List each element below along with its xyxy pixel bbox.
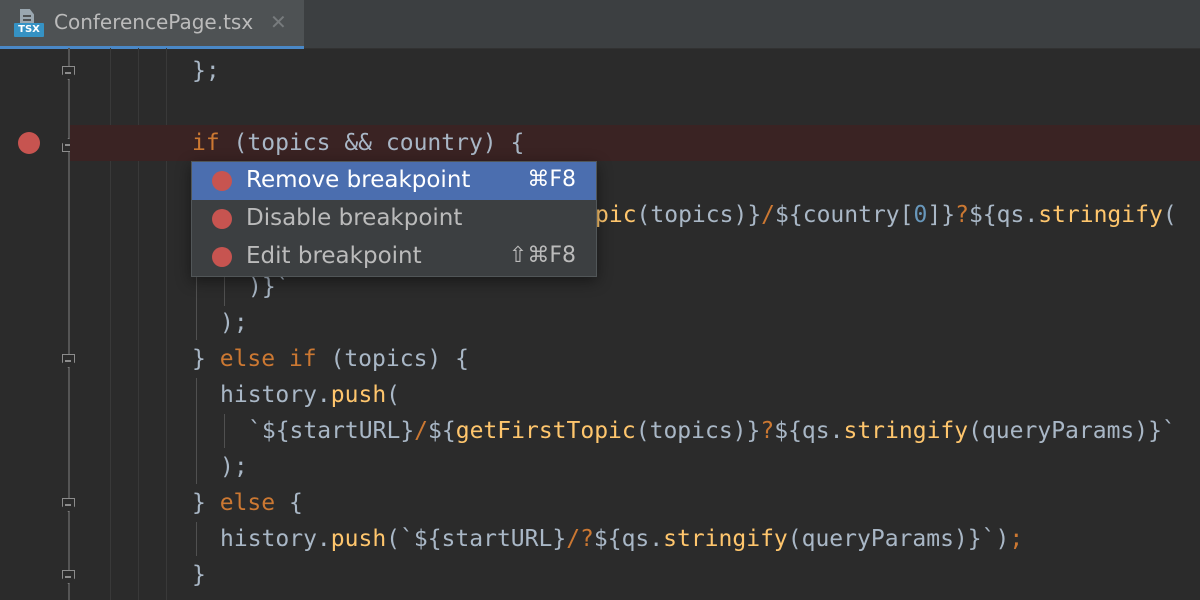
code-token: ; xyxy=(1009,526,1024,552)
code-token: ${qs. xyxy=(968,202,1039,228)
code-token: `${startURL} xyxy=(248,418,415,444)
code-token: pic xyxy=(595,202,637,228)
breakpoint-icon xyxy=(212,247,232,267)
code-token: (topics && country) { xyxy=(219,130,525,156)
breakpoint-icon[interactable] xyxy=(18,132,40,154)
code-token: (topics)} xyxy=(635,418,761,444)
code-line[interactable]: }; xyxy=(192,53,220,89)
code-token: if xyxy=(192,130,220,156)
code-line[interactable]: history.push( xyxy=(220,377,400,413)
breakpoint-icon xyxy=(212,171,232,191)
code-token: stringify xyxy=(1038,202,1163,228)
code-token: ( xyxy=(1162,202,1177,228)
code-line[interactable]: ); xyxy=(220,449,248,485)
menu-item-label: Disable breakpoint xyxy=(246,205,463,231)
code-token: (queryParams)}` xyxy=(968,418,1176,444)
code-token: (topics)} xyxy=(636,202,762,228)
code-token: stringify xyxy=(843,418,969,444)
indent-guide xyxy=(196,378,197,484)
fold-end-icon[interactable] xyxy=(62,354,75,368)
code-line[interactable]: } else { xyxy=(192,485,303,521)
code-token: push xyxy=(330,382,387,408)
code-token: } xyxy=(192,562,206,588)
code-token: stringify xyxy=(663,526,788,552)
tsx-badge: TSX xyxy=(14,23,44,37)
close-tab-icon[interactable]: ✕ xyxy=(270,10,287,34)
code-token: ${qs. xyxy=(774,418,844,444)
code-token: 0 xyxy=(913,202,928,228)
code-token: ${qs. xyxy=(593,526,664,552)
code-token: }; xyxy=(192,58,220,84)
code-token: else xyxy=(219,490,276,516)
code-token: ); xyxy=(220,454,248,480)
code-token: ? xyxy=(955,202,969,228)
fold-end-icon[interactable] xyxy=(62,66,75,80)
code-token: } xyxy=(192,490,220,516)
menu-item-disable-breakpoint[interactable]: Disable breakpoint xyxy=(192,200,596,238)
indent-guide xyxy=(224,414,225,448)
code-line[interactable]: history.push(`${startURL}/?${qs.stringif… xyxy=(220,521,1023,557)
code-line[interactable]: } else if (topics) { xyxy=(192,341,469,377)
code-token: } xyxy=(192,346,220,372)
menu-item-shortcut: ⌘F8 xyxy=(527,167,576,192)
code-token: ${ xyxy=(428,418,456,444)
code-line[interactable]: if (topics && country) { xyxy=(192,125,524,161)
menu-item-remove-breakpoint[interactable]: Remove breakpoint ⌘F8 xyxy=(192,162,596,200)
code-line[interactable]: ); xyxy=(220,305,248,341)
code-token: getFirstTopic xyxy=(455,418,636,444)
fold-end-icon[interactable] xyxy=(62,498,75,512)
breakpoint-context-menu: Remove breakpoint ⌘F8 Disable breakpoint… xyxy=(191,161,597,277)
menu-item-edit-breakpoint[interactable]: Edit breakpoint ⇧⌘F8 xyxy=(192,238,596,276)
menu-item-label: Edit breakpoint xyxy=(246,243,422,269)
file-tab[interactable]: TSX ConferencePage.tsx ✕ xyxy=(0,0,304,49)
code-token: ? xyxy=(760,418,775,444)
code-line[interactable]: `${startURL}/${getFirstTopic(topics)}?${… xyxy=(248,413,1176,449)
code-line[interactable]: } xyxy=(192,557,206,593)
code-token: / xyxy=(414,418,429,444)
code-token: history. xyxy=(220,526,331,552)
breakpoint-icon xyxy=(212,209,232,229)
code-token: else if xyxy=(219,346,317,372)
code-token: ); xyxy=(220,310,248,336)
tab-title: ConferencePage.tsx xyxy=(54,10,254,34)
code-token: push xyxy=(330,526,387,552)
code-token: )}` xyxy=(248,274,290,300)
code-token: ]} xyxy=(927,202,956,228)
code-token: (queryParams)}`) xyxy=(787,526,1010,552)
code-token: ${country[ xyxy=(775,202,914,228)
tsx-file-icon: TSX xyxy=(14,9,46,39)
code-token: / xyxy=(761,202,776,228)
code-token: { xyxy=(275,490,303,516)
code-token: ( xyxy=(386,382,401,408)
menu-item-label: Remove breakpoint xyxy=(246,167,471,193)
editor-tab-bar: TSX ConferencePage.tsx ✕ xyxy=(0,0,1200,49)
code-token: history. xyxy=(220,382,331,408)
code-token: (`${startURL} xyxy=(386,526,567,552)
fold-end-icon[interactable] xyxy=(62,570,75,584)
code-line[interactable]: pic(topics)}/${country[0]}?${qs.stringif… xyxy=(595,197,1177,233)
code-token: /? xyxy=(566,526,594,552)
menu-item-shortcut: ⇧⌘F8 xyxy=(508,243,576,268)
code-token: (topics) { xyxy=(316,346,469,372)
indent-guide xyxy=(196,522,197,556)
